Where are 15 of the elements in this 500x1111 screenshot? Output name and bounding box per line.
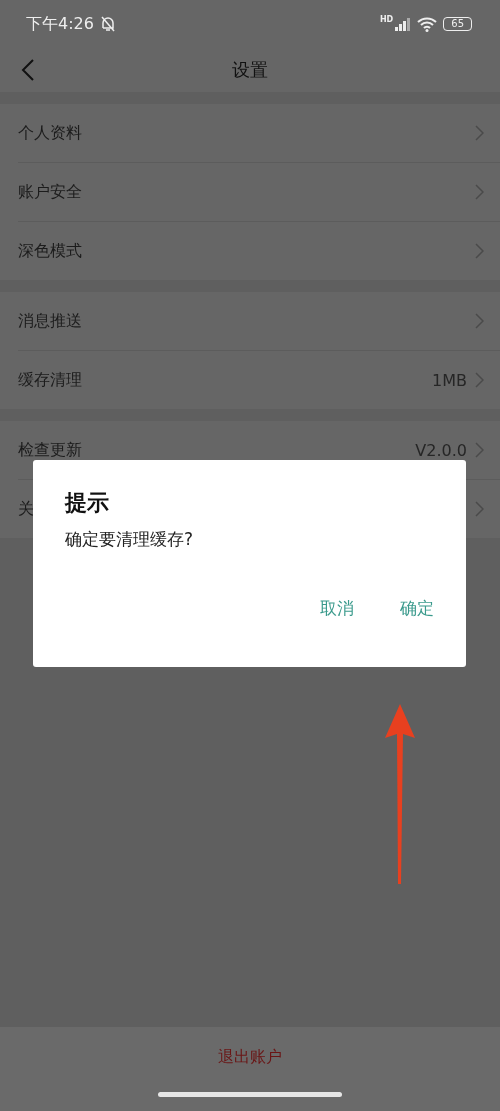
row-value: 1MB: [432, 370, 467, 390]
row-label: 账户安全: [18, 181, 82, 203]
row-label: 深色模式: [18, 240, 82, 262]
row-value: V2.0.0: [415, 440, 467, 460]
battery-icon: 65: [443, 17, 472, 31]
row-label: 个人资料: [18, 122, 82, 144]
row-label: 缓存清理: [18, 369, 82, 391]
row-label: 检查更新: [18, 439, 82, 461]
network-label: HD: [379, 14, 394, 24]
row-label: 消息推送: [18, 310, 82, 332]
dialog-title: 提示: [65, 489, 110, 517]
status-time: 下午4:26: [26, 13, 94, 35]
dialog-message: 确定要清理缓存?: [65, 528, 195, 551]
page-title: 设置: [232, 58, 268, 82]
row-label: 关: [18, 498, 34, 520]
